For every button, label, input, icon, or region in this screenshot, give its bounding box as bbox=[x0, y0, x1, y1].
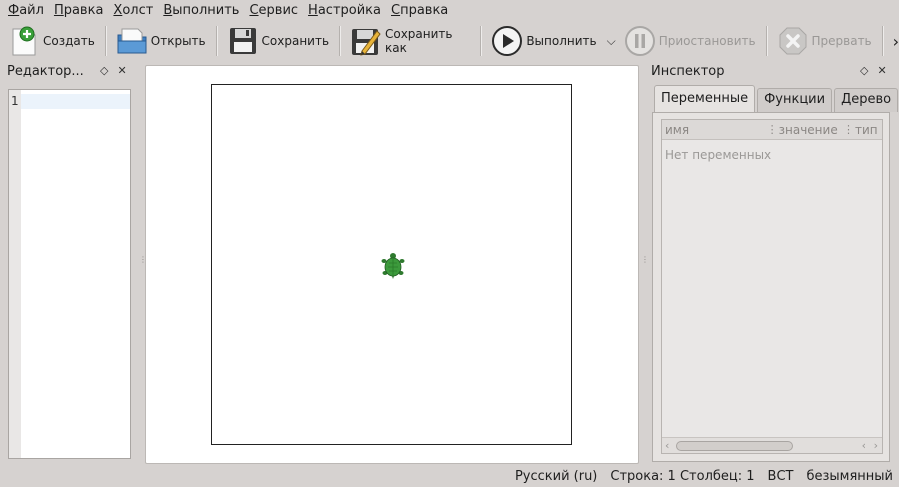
status-language: Русский (ru) bbox=[514, 469, 598, 484]
menu-bar: Файл Правка Холст Выполнить Сервис Настр… bbox=[0, 0, 899, 22]
menu-help[interactable]: Справка bbox=[386, 0, 453, 22]
tab-tree[interactable]: Дерево bbox=[834, 88, 899, 112]
toolbar-separator bbox=[765, 26, 767, 56]
open-folder-icon bbox=[116, 25, 148, 57]
right-splitter-handle[interactable]: ⋮ bbox=[641, 256, 649, 264]
turtle-canvas bbox=[211, 84, 572, 445]
column-header-value[interactable]: значение bbox=[778, 123, 843, 137]
toolbar-overflow-chevron-right-icon[interactable]: › bbox=[893, 32, 899, 51]
close-icon[interactable]: ✕ bbox=[117, 64, 126, 77]
editor-dock: Редактор... ◇ ✕ 1 bbox=[0, 62, 138, 462]
scroll-right-icon[interactable]: › bbox=[874, 438, 878, 453]
save-as-button[interactable]: Сохранить как bbox=[346, 23, 474, 59]
menu-canvas[interactable]: Холст bbox=[108, 0, 158, 22]
play-icon bbox=[491, 25, 523, 57]
column-separator: ⋮ bbox=[766, 123, 778, 136]
status-bar: Русский (ru) Строка: 1 Столбец: 1 ВСТ бе… bbox=[0, 466, 899, 487]
line-number: 1 bbox=[11, 94, 19, 108]
save-label: Сохранить bbox=[261, 34, 330, 48]
current-line-highlight bbox=[21, 94, 130, 109]
save-disk-icon bbox=[227, 25, 259, 57]
status-insert-mode: ВСТ bbox=[767, 469, 794, 484]
scroll-left-icon[interactable]: ‹ bbox=[665, 438, 669, 453]
scroll-left-icon[interactable]: ‹ bbox=[862, 438, 866, 453]
menu-edit[interactable]: Правка bbox=[49, 0, 108, 22]
table-header: имя ⋮ значение ⋮ тип bbox=[662, 120, 882, 140]
empty-placeholder: Нет переменных bbox=[665, 148, 772, 162]
run-speed-chevron-down-icon[interactable]: ⌵ bbox=[607, 34, 616, 49]
status-filename: безымянный bbox=[806, 469, 893, 484]
toolbar-separator bbox=[339, 26, 340, 56]
left-splitter-handle[interactable]: ⋮ bbox=[139, 256, 147, 264]
column-header-type[interactable]: тип bbox=[854, 123, 882, 137]
main-toolbar: Создать Открыть Сохранить Сохранить как … bbox=[0, 22, 899, 60]
pause-label: Приостановить bbox=[658, 34, 756, 48]
column-separator: ⋮ bbox=[842, 123, 854, 136]
close-icon[interactable]: ✕ bbox=[877, 64, 886, 77]
toolbar-separator bbox=[881, 26, 883, 56]
menu-tools[interactable]: Сервис bbox=[244, 0, 303, 22]
abort-icon bbox=[777, 25, 809, 57]
inspector-dock-title: Инспектор bbox=[651, 64, 725, 79]
run-button[interactable]: Выполнить bbox=[487, 23, 600, 59]
inspector-tabs: Переменные Функции Дерево bbox=[654, 85, 899, 112]
code-editor[interactable]: 1 bbox=[8, 89, 131, 459]
save-button[interactable]: Сохранить bbox=[223, 23, 334, 59]
column-header-name[interactable]: имя bbox=[662, 123, 767, 137]
save-as-label: Сохранить как bbox=[384, 27, 453, 55]
abort-button[interactable]: Прервать bbox=[773, 23, 876, 59]
run-label: Выполнить bbox=[526, 34, 597, 48]
float-icon[interactable]: ◇ bbox=[860, 64, 868, 77]
canvas-view bbox=[145, 65, 639, 464]
scrollbar-thumb[interactable] bbox=[676, 441, 793, 451]
menu-file[interactable]: Файл bbox=[3, 0, 49, 22]
line-number-gutter: 1 bbox=[9, 90, 21, 458]
menu-run[interactable]: Выполнить bbox=[158, 0, 244, 22]
open-button[interactable]: Открыть bbox=[112, 23, 210, 59]
inspector-dock: Инспектор ◇ ✕ Переменные Функции Дерево … bbox=[646, 62, 899, 462]
status-cursor-position: Строка: 1 Столбец: 1 bbox=[610, 469, 755, 484]
tab-functions[interactable]: Функции bbox=[757, 88, 833, 112]
toolbar-separator bbox=[104, 26, 106, 56]
abort-label: Прервать bbox=[811, 34, 872, 48]
pause-icon bbox=[624, 25, 656, 57]
float-icon[interactable]: ◇ bbox=[100, 64, 108, 77]
editor-dock-title: Редактор... bbox=[7, 64, 84, 79]
toolbar-separator bbox=[215, 26, 217, 56]
variables-table: имя ⋮ значение ⋮ тип Нет переменных ‹ ‹ … bbox=[661, 119, 883, 454]
variables-tab-body: имя ⋮ значение ⋮ тип Нет переменных ‹ ‹ … bbox=[652, 112, 890, 462]
menu-settings[interactable]: Настройка bbox=[303, 0, 386, 22]
save-as-icon bbox=[350, 25, 382, 57]
horizontal-scrollbar[interactable]: ‹ ‹ › bbox=[662, 437, 882, 453]
new-label: Создать bbox=[43, 34, 95, 48]
new-document-icon bbox=[8, 25, 40, 57]
pause-button[interactable]: Приостановить bbox=[620, 23, 760, 59]
turtle-icon bbox=[381, 253, 405, 279]
new-button[interactable]: Создать bbox=[4, 23, 99, 59]
tab-variables[interactable]: Переменные bbox=[654, 85, 756, 112]
toolbar-separator bbox=[480, 26, 482, 56]
open-label: Открыть bbox=[150, 34, 206, 48]
